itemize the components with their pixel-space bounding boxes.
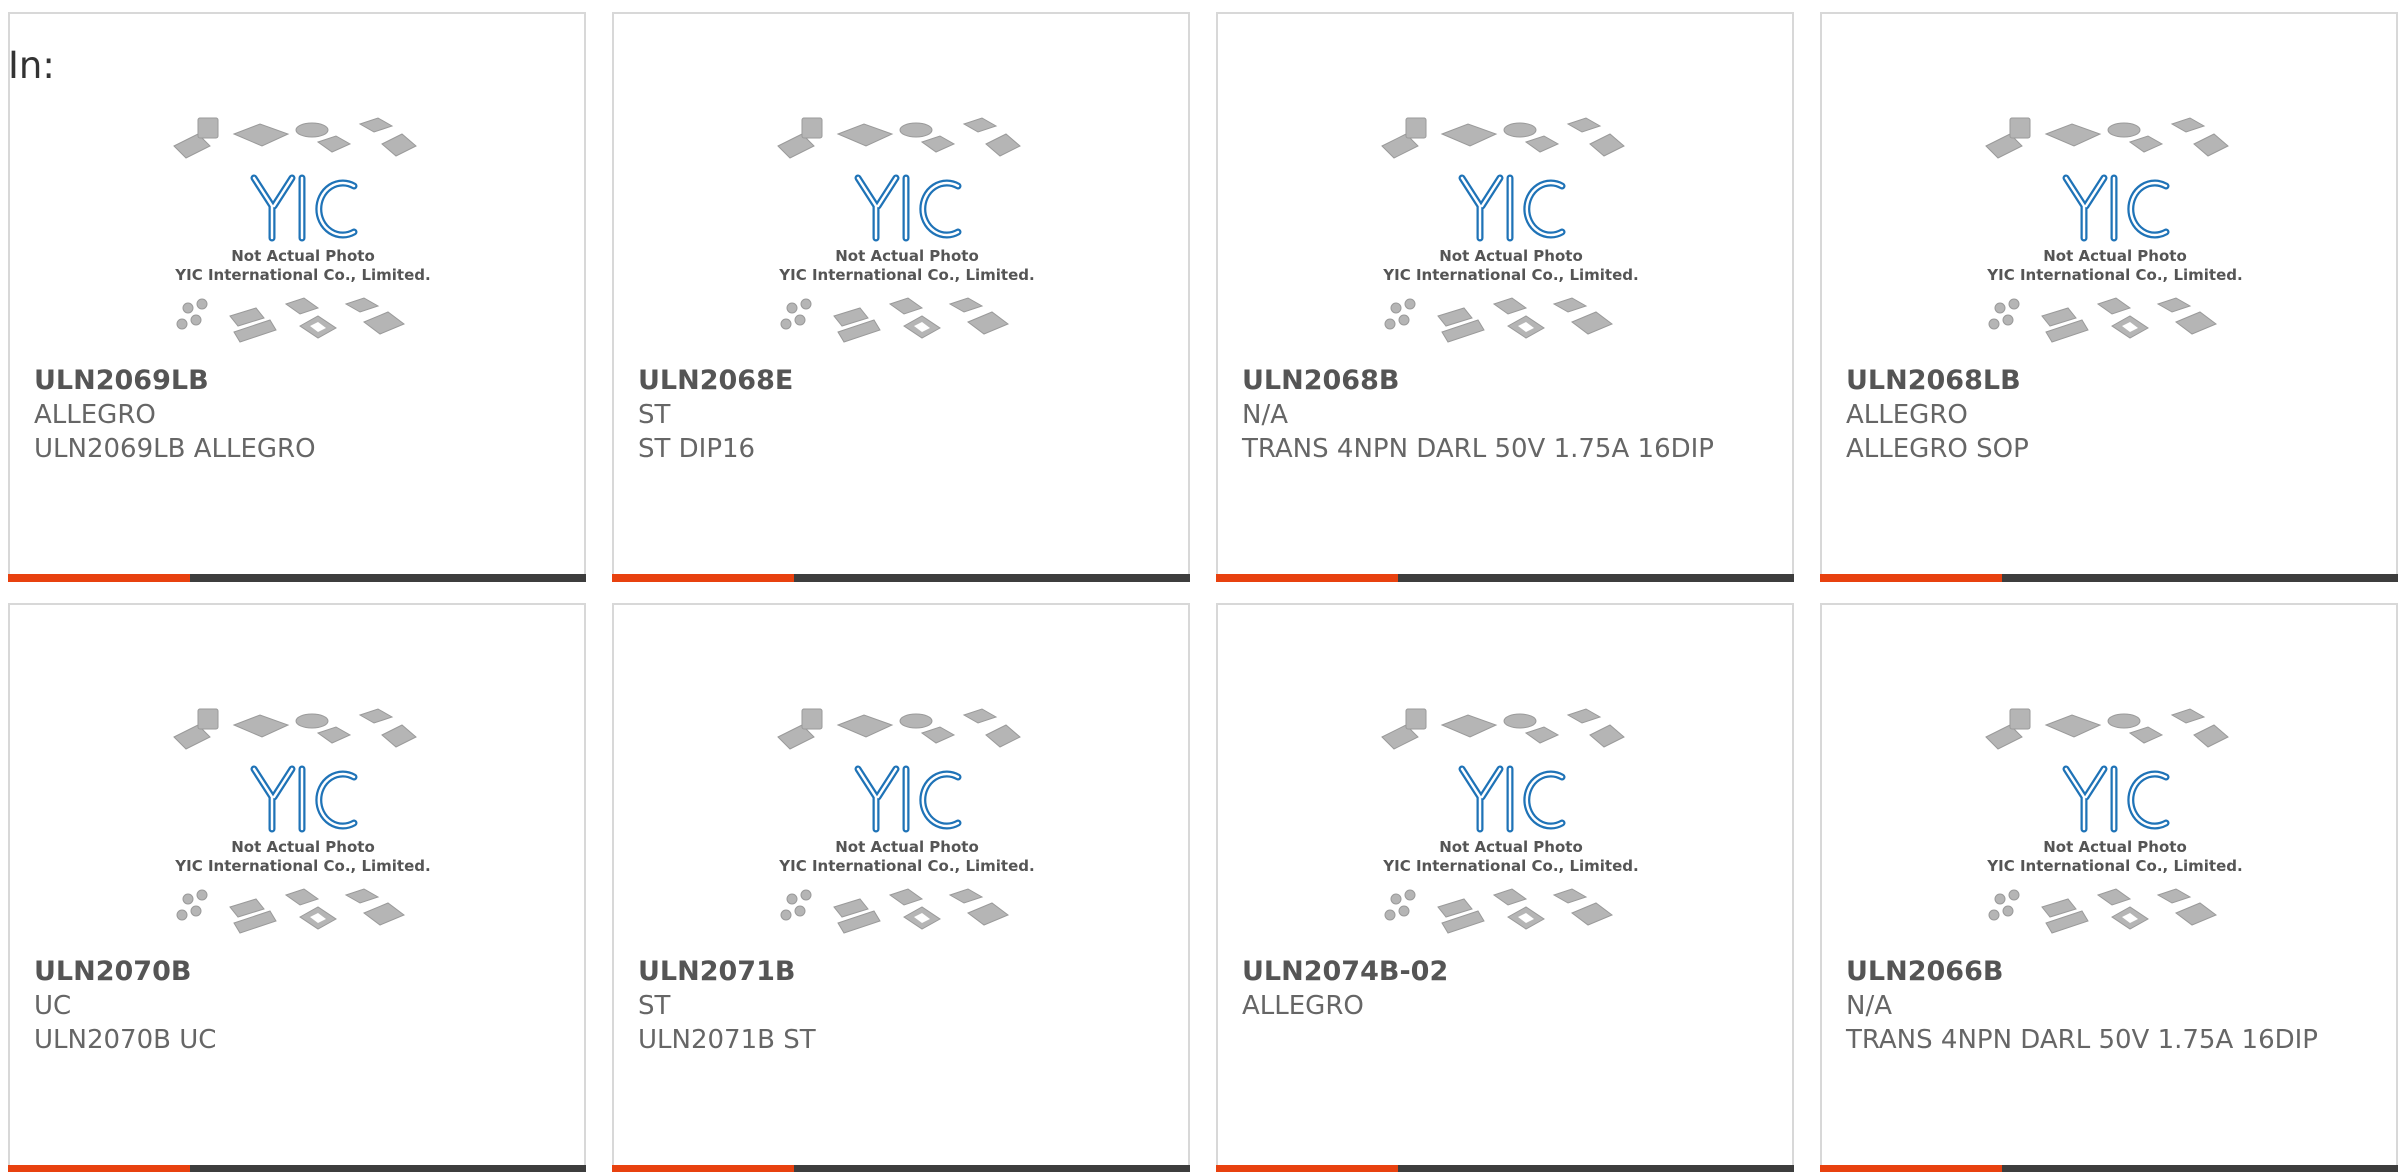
photo-caption-line2: YIC International Co., Limited. xyxy=(174,266,430,284)
card-bottom-bar xyxy=(612,574,1190,582)
manufacturer: N/A xyxy=(1846,991,1892,1021)
card-accent-bar xyxy=(8,574,190,582)
photo-caption-line1: Not Actual Photo xyxy=(1439,838,1583,856)
product-card[interactable]: Not Actual Photo YIC International Co., … xyxy=(1820,603,2398,1172)
not-actual-photo-image: Not Actual Photo YIC International Co., … xyxy=(1381,117,1639,343)
section-label: In: xyxy=(8,44,55,87)
photo-caption-line1: Not Actual Photo xyxy=(2043,247,2187,265)
manufacturer: ALLEGRO xyxy=(1242,991,1364,1021)
manufacturer: ALLEGRO xyxy=(1846,400,1968,430)
card-accent-bar xyxy=(612,1165,794,1172)
card-bottom-bar xyxy=(8,574,586,582)
photo-caption-line1: Not Actual Photo xyxy=(2043,838,2187,856)
photo-caption-line2: YIC International Co., Limited. xyxy=(174,857,430,875)
card-accent-bar xyxy=(612,574,794,582)
card-accent-bar xyxy=(1820,1165,2002,1172)
description: ALLEGRO SOP xyxy=(1846,434,2029,464)
part-number[interactable]: ULN2074B-02 xyxy=(1242,955,1772,989)
product-info: ULN2071B ST ULN2071B ST xyxy=(638,955,1168,1057)
product-info: ULN2069LB ALLEGRO ULN2069LB ALLEGRO xyxy=(34,364,564,466)
product-card[interactable]: Not Actual Photo YIC International Co., … xyxy=(612,603,1190,1172)
product-card[interactable]: Not Actual Photo YIC International Co., … xyxy=(8,603,586,1172)
manufacturer: ST xyxy=(638,400,671,430)
card-bottom-bar xyxy=(1216,1165,1794,1172)
card-bottom-bar xyxy=(612,1165,1190,1172)
not-actual-photo-image: Not Actual Photo YIC International Co., … xyxy=(1985,708,2243,934)
not-actual-photo-image: Not Actual Photo YIC International Co., … xyxy=(1381,708,1639,934)
photo-caption-line2: YIC International Co., Limited. xyxy=(778,857,1034,875)
part-number[interactable]: ULN2066B xyxy=(1846,955,2376,989)
manufacturer: ST xyxy=(638,991,671,1021)
description: ULN2070B UC xyxy=(34,1025,217,1055)
photo-caption-line1: Not Actual Photo xyxy=(835,247,979,265)
photo-caption-line1: Not Actual Photo xyxy=(231,838,375,856)
product-card[interactable]: Not Actual Photo YIC International Co., … xyxy=(1216,12,1794,582)
manufacturer: UC xyxy=(34,991,72,1021)
product-info: ULN2070B UC ULN2070B UC xyxy=(34,955,564,1057)
photo-caption-line2: YIC International Co., Limited. xyxy=(1382,857,1638,875)
card-bottom-bar xyxy=(1820,1165,2398,1172)
card-accent-bar xyxy=(1820,574,2002,582)
product-info: ULN2066B N/A TRANS 4NPN DARL 50V 1.75A 1… xyxy=(1846,955,2376,1057)
photo-caption-line2: YIC International Co., Limited. xyxy=(1986,266,2242,284)
not-actual-photo-image: Not Actual Photo YIC International Co., … xyxy=(173,708,431,934)
part-number[interactable]: ULN2070B xyxy=(34,955,564,989)
not-actual-photo-image: Not Actual Photo YIC International Co., … xyxy=(777,117,1035,343)
description: ULN2069LB ALLEGRO xyxy=(34,434,316,464)
part-number[interactable]: ULN2068LB xyxy=(1846,364,2376,398)
card-bottom-bar xyxy=(8,1165,586,1172)
product-listing-page: In: Not Actual Photo YIC International C… xyxy=(0,0,2400,1172)
product-card[interactable]: Not Actual Photo YIC International Co., … xyxy=(1820,12,2398,582)
product-info: ULN2068LB ALLEGRO ALLEGRO SOP xyxy=(1846,364,2376,466)
product-card[interactable]: Not Actual Photo YIC International Co., … xyxy=(1216,603,1794,1172)
card-accent-bar xyxy=(1216,1165,1398,1172)
part-number[interactable]: ULN2071B xyxy=(638,955,1168,989)
photo-caption-line1: Not Actual Photo xyxy=(835,838,979,856)
photo-caption-line1: Not Actual Photo xyxy=(1439,247,1583,265)
manufacturer: N/A xyxy=(1242,400,1288,430)
description: TRANS 4NPN DARL 50V 1.75A 16DIP xyxy=(1242,434,1714,464)
card-accent-bar xyxy=(1216,574,1398,582)
photo-caption-line1: Not Actual Photo xyxy=(231,247,375,265)
card-bottom-bar xyxy=(1820,574,2398,582)
not-actual-photo-image: Not Actual Photo YIC International Co., … xyxy=(173,117,431,343)
not-actual-photo-image: Not Actual Photo YIC International Co., … xyxy=(1985,117,2243,343)
description: ULN2071B ST xyxy=(638,1025,816,1055)
not-actual-photo-image: Not Actual Photo YIC International Co., … xyxy=(777,708,1035,934)
product-info: ULN2074B-02 ALLEGRO xyxy=(1242,955,1772,1023)
manufacturer: ALLEGRO xyxy=(34,400,156,430)
product-grid: Not Actual Photo YIC International Co., … xyxy=(0,0,2400,1172)
product-card[interactable]: Not Actual Photo YIC International Co., … xyxy=(8,12,586,582)
photo-caption-line2: YIC International Co., Limited. xyxy=(1382,266,1638,284)
description: ST DIP16 xyxy=(638,434,756,464)
photo-caption-line2: YIC International Co., Limited. xyxy=(1986,857,2242,875)
photo-caption-line2: YIC International Co., Limited. xyxy=(778,266,1034,284)
product-info: ULN2068E ST ST DIP16 xyxy=(638,364,1168,466)
product-info: ULN2068B N/A TRANS 4NPN DARL 50V 1.75A 1… xyxy=(1242,364,1772,466)
part-number[interactable]: ULN2068B xyxy=(1242,364,1772,398)
part-number[interactable]: ULN2068E xyxy=(638,364,1168,398)
description: TRANS 4NPN DARL 50V 1.75A 16DIP xyxy=(1846,1025,2318,1055)
card-accent-bar xyxy=(8,1165,190,1172)
part-number[interactable]: ULN2069LB xyxy=(34,364,564,398)
product-card[interactable]: Not Actual Photo YIC International Co., … xyxy=(612,12,1190,582)
card-bottom-bar xyxy=(1216,574,1794,582)
